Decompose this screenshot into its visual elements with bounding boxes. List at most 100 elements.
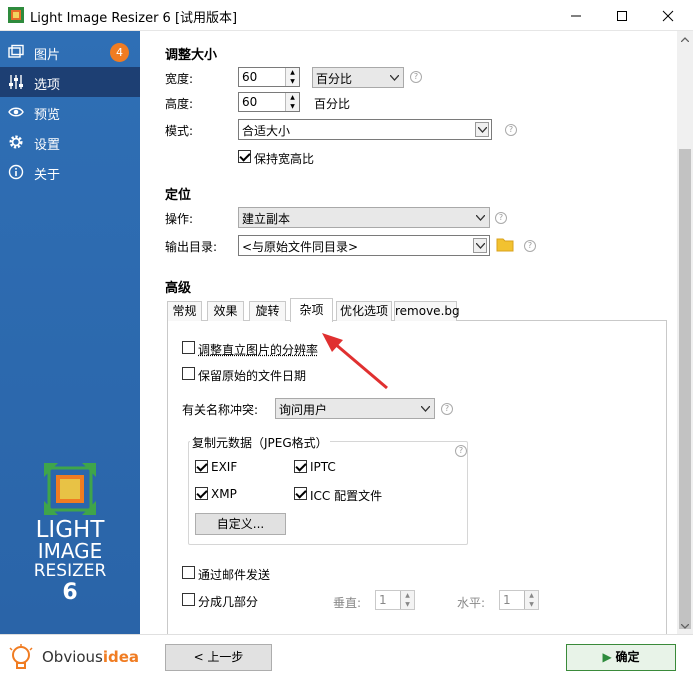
scroll-down-button[interactable] xyxy=(677,618,693,634)
title-bar: Light Image Resizer 6 [试用版本] xyxy=(0,0,693,31)
sidebar-item-options[interactable]: 选项 xyxy=(0,67,140,97)
folder-icon[interactable] xyxy=(496,237,514,252)
width-spinner[interactable]: 60 ▲ ▼ xyxy=(238,67,300,87)
name-conflict-label: 有关名称冲突: xyxy=(182,403,259,417)
logo-text-image: IMAGE xyxy=(37,539,103,563)
iptc-label: IPTC xyxy=(310,460,336,474)
scroll-up-button[interactable] xyxy=(677,31,693,47)
mode-select[interactable]: 合适大小 xyxy=(238,119,492,140)
close-button[interactable] xyxy=(645,0,691,31)
window-title: Light Image Resizer 6 [试用版本] xyxy=(30,11,238,26)
gear-icon xyxy=(9,135,23,149)
tab-misc[interactable]: 杂项 xyxy=(290,298,333,322)
mode-label: 模式: xyxy=(165,124,194,138)
action-label: 操作: xyxy=(165,212,194,226)
email-label: 通过邮件发送 xyxy=(198,568,271,582)
iptc-checkbox[interactable] xyxy=(294,460,307,473)
spin-up-icon[interactable]: ▲ xyxy=(401,591,414,600)
help-icon[interactable]: ? xyxy=(441,403,453,415)
play-icon: ▶ xyxy=(602,650,612,664)
vertical-scrollbar[interactable] xyxy=(677,31,693,634)
chevron-down-icon xyxy=(681,623,689,629)
lightbulb-icon xyxy=(9,644,33,669)
sidebar-item-label: 选项 xyxy=(34,78,61,93)
chevron-down-icon xyxy=(473,238,487,253)
spin-down-icon[interactable]: ▼ xyxy=(286,102,299,111)
app-icon xyxy=(8,7,24,23)
keep-ratio-checkbox[interactable] xyxy=(238,150,251,163)
logo-text-version: 6 xyxy=(62,580,78,605)
chevron-up-icon xyxy=(681,36,689,42)
split-label: 分成几部分 xyxy=(198,595,259,609)
adjust-dpi-checkbox[interactable] xyxy=(182,341,195,354)
ok-button[interactable]: ▶ 确定 xyxy=(566,644,676,671)
keep-ratio-label: 保持宽高比 xyxy=(254,152,315,166)
spin-down-icon[interactable]: ▼ xyxy=(286,77,299,86)
spin-up-icon[interactable]: ▲ xyxy=(525,591,538,600)
minimize-button[interactable] xyxy=(553,0,599,31)
help-icon[interactable]: ? xyxy=(455,445,467,457)
email-checkbox[interactable] xyxy=(182,566,195,579)
sidebar-item-settings[interactable]: 设置 xyxy=(0,127,140,157)
horizontal-label: 水平: xyxy=(457,596,486,610)
xmp-label: XMP xyxy=(211,487,237,501)
icc-checkbox[interactable] xyxy=(294,487,307,500)
tab-rotate[interactable]: 旋转 xyxy=(249,301,286,321)
chevron-down-icon xyxy=(475,122,489,137)
split-checkbox[interactable] xyxy=(182,593,195,606)
height-spinner[interactable]: 60 ▲ ▼ xyxy=(238,92,300,112)
ok-button-label: 确定 xyxy=(615,650,640,664)
keep-date-checkbox[interactable] xyxy=(182,367,195,380)
sidebar-item-label: 预览 xyxy=(34,108,61,123)
exif-checkbox[interactable] xyxy=(195,460,208,473)
width-label: 宽度: xyxy=(165,72,194,86)
chevron-down-icon xyxy=(418,401,432,416)
custom-button[interactable]: 自定义... xyxy=(195,513,286,535)
keep-date-label: 保留原始的文件日期 xyxy=(198,369,307,383)
close-icon xyxy=(662,10,674,21)
chevron-down-icon xyxy=(473,210,487,225)
output-dir-label: 输出目录: xyxy=(165,240,218,254)
advanced-section-title: 高级 xyxy=(165,281,192,296)
info-icon xyxy=(8,164,24,180)
help-icon[interactable]: ? xyxy=(410,71,422,83)
spin-down-icon[interactable]: ▼ xyxy=(401,600,414,609)
sidebar-item-images[interactable]: 图片 4 xyxy=(0,37,140,67)
spin-up-icon[interactable]: ▲ xyxy=(286,68,299,77)
exif-label: EXIF xyxy=(211,460,238,474)
help-icon[interactable]: ? xyxy=(524,240,536,252)
adjust-dpi-label: 调整直立图片的分辨率 xyxy=(198,343,319,357)
name-conflict-select[interactable]: 询问用户 xyxy=(275,398,435,419)
horizontal-spinner[interactable]: 1 ▲ ▼ xyxy=(499,590,539,610)
back-button[interactable]: < 上一步 xyxy=(165,644,272,671)
xmp-checkbox[interactable] xyxy=(195,487,208,500)
minimize-icon xyxy=(571,15,581,16)
scroll-thumb[interactable] xyxy=(679,149,691,629)
brand-text: Obviousidea! xyxy=(42,648,146,666)
resize-section-title: 调整大小 xyxy=(165,48,218,63)
logo-graphic xyxy=(44,463,96,515)
position-section-title: 定位 xyxy=(165,188,192,203)
maximize-button[interactable] xyxy=(599,0,645,31)
brand-box[interactable]: Obviousidea! xyxy=(0,634,146,678)
tab-optimize[interactable]: 优化选项 xyxy=(336,301,392,321)
sliders-icon xyxy=(9,75,23,89)
unit-select[interactable]: 百分比 xyxy=(312,67,404,88)
height-unit-label: 百分比 xyxy=(314,97,351,111)
vertical-spinner[interactable]: 1 ▲ ▼ xyxy=(375,590,415,610)
eye-icon xyxy=(8,107,24,117)
tab-remove-bg[interactable]: remove.bg xyxy=(394,301,460,321)
chevron-down-icon xyxy=(387,70,401,85)
help-icon[interactable]: ? xyxy=(495,212,507,224)
spin-up-icon[interactable]: ▲ xyxy=(286,93,299,102)
logo-text-resizer: RESIZER xyxy=(33,561,107,581)
help-icon[interactable]: ? xyxy=(505,124,517,136)
output-dir-select[interactable]: <与原始文件同目录> xyxy=(238,235,490,256)
icc-label: ICC 配置文件 xyxy=(310,489,383,503)
spin-down-icon[interactable]: ▼ xyxy=(525,600,538,609)
tab-general[interactable]: 常规 xyxy=(167,301,202,321)
tab-effects[interactable]: 效果 xyxy=(207,301,244,321)
action-select[interactable]: 建立副本 xyxy=(238,207,490,228)
sidebar-item-preview[interactable]: 预览 xyxy=(0,97,140,127)
sidebar-item-about[interactable]: 关于 xyxy=(0,157,140,187)
